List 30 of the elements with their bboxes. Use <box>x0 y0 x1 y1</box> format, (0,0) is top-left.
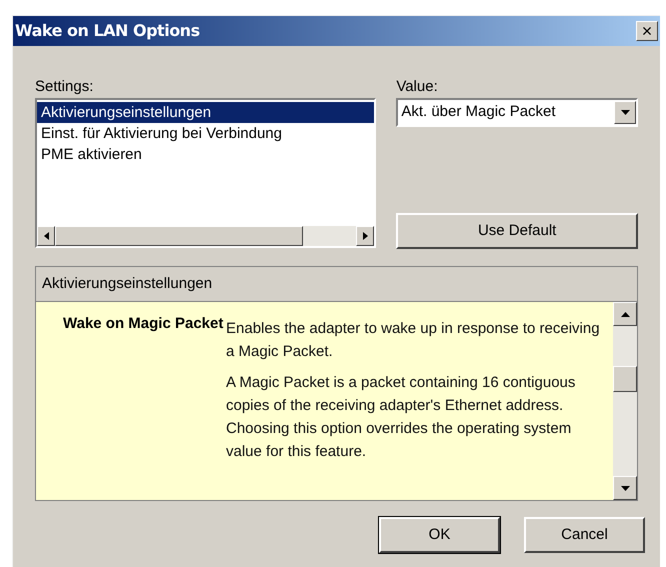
dropdown-button[interactable] <box>614 101 636 124</box>
settings-label: Settings: <box>35 77 94 96</box>
dialog-button[interactable]: OK <box>379 517 500 553</box>
dropdown-value: Akt. über Magic Packet <box>400 102 557 122</box>
horizontal-scrollbar[interactable] <box>37 226 374 246</box>
value-dropdown[interactable]: Akt. über Magic Packet <box>396 98 638 127</box>
right-arrow-icon <box>362 232 368 240</box>
help-term: Wake on Magic Packet <box>62 314 224 334</box>
use-default-button[interactable]: Use Default <box>396 213 638 249</box>
dialog-button[interactable]: Cancel <box>524 517 645 553</box>
up-arrow-icon <box>620 312 630 316</box>
settings-item[interactable]: Aktivierungseinstellungen <box>37 102 374 123</box>
scroll-right-button[interactable] <box>356 226 374 246</box>
window-title: Wake on LAN Options <box>15 20 200 42</box>
scroll-left-button[interactable] <box>37 226 55 246</box>
scroll-up-button[interactable] <box>613 302 637 326</box>
caret-icon <box>620 110 630 115</box>
vertical-scrollbar[interactable] <box>613 302 637 500</box>
value-label: Value: <box>396 77 439 96</box>
scrollbar-thumb[interactable] <box>613 366 637 392</box>
help-paragraph: A Magic Packet is a packet containing 16 contiguous copies of the receiving adapter's Ethernet address. Choosing this option overrides the operating system value for this feature. <box>226 373 576 462</box>
scrollbar-thumb[interactable] <box>55 226 303 246</box>
left-arrow-icon <box>44 232 48 240</box>
settings-item[interactable]: PME aktivieren <box>37 144 374 165</box>
settings-list[interactable]: Aktivierungseinstellungen Einst. für Aktivierung bei Verbindung PME aktivieren <box>35 98 376 248</box>
down-arrow-icon <box>620 486 630 490</box>
close-button[interactable]: × <box>636 21 658 41</box>
help-paragraph: Enables the adapter to wake up in response to receiving a Magic Packet. <box>226 319 601 362</box>
scroll-down-button[interactable] <box>613 476 637 500</box>
settings-item[interactable]: Einst. für Aktivierung bei Verbindung <box>37 123 374 144</box>
